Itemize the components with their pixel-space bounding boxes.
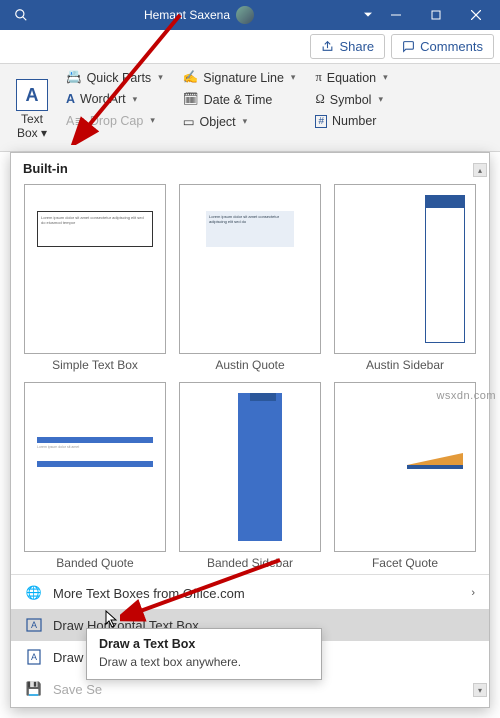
account-dropdown-icon[interactable]	[360, 11, 376, 19]
tooltip-draw-text-box: Draw a Text Box Draw a text box anywhere…	[86, 628, 322, 680]
globe-icon: 🌐	[25, 584, 43, 602]
symbol-icon: Ω	[315, 92, 324, 107]
number-button[interactable]: # Number	[311, 112, 391, 130]
search-icon[interactable]	[4, 8, 38, 22]
share-button[interactable]: Share	[310, 34, 385, 59]
share-icon	[321, 40, 334, 53]
minimize-button[interactable]	[376, 0, 416, 30]
comments-label: Comments	[420, 39, 483, 54]
text-box-gallery: Lorem ipsum dolor sit amet consectetur a…	[11, 182, 489, 575]
thumb-facet-quote	[334, 382, 476, 552]
annotation-arrow-1	[70, 10, 200, 145]
text-box-icon: A	[16, 79, 48, 111]
comment-icon	[402, 40, 415, 53]
user-avatar	[236, 6, 254, 24]
gallery-scrollbar[interactable]: ▴ ▾	[473, 182, 487, 575]
number-icon: #	[315, 115, 327, 128]
equation-icon: π	[315, 70, 321, 85]
text-box-label-1: Text	[21, 112, 43, 126]
gallery-item-austin-quote[interactable]: Lorem ipsum dolor sit amet consectetur a…	[176, 182, 324, 374]
thumb-austin-quote: Lorem ipsum dolor sit amet consectetur a…	[179, 184, 321, 354]
gallery-item-austin-sidebar[interactable]: Austin Sidebar	[331, 182, 479, 374]
text-box-draw-icon: A	[25, 616, 43, 634]
gallery-item-banded-sidebar[interactable]: Banded Sidebar	[176, 380, 324, 572]
comments-button[interactable]: Comments	[391, 34, 494, 59]
cursor-icon	[105, 610, 119, 628]
annotation-arrow-2	[120, 555, 290, 625]
svg-text:A: A	[31, 620, 37, 630]
gallery-item-banded-quote[interactable]: Lorem ipsum dolor sit amet Banded Quote	[21, 380, 169, 572]
thumb-banded-sidebar	[179, 382, 321, 552]
equation-button[interactable]: π Equation▾	[311, 68, 391, 87]
share-label: Share	[339, 39, 374, 54]
svg-text:A: A	[31, 652, 37, 662]
close-button[interactable]	[456, 0, 496, 30]
tooltip-title: Draw a Text Box	[99, 637, 309, 651]
tooltip-body: Draw a text box anywhere.	[99, 655, 309, 669]
symbol-button[interactable]: Ω Symbol▾	[311, 90, 391, 109]
thumb-austin-sidebar	[334, 184, 476, 354]
watermark: wsxdn.com	[436, 390, 496, 402]
builtin-header: Built-in	[11, 153, 489, 182]
text-box-label-2: Box	[17, 126, 38, 140]
text-box-button[interactable]: A Text Box ▾	[8, 68, 56, 151]
chevron-right-icon: ›	[471, 587, 475, 599]
thumb-simple-text-box: Lorem ipsum dolor sit amet consectetur a…	[24, 184, 166, 354]
save-icon: 💾	[25, 680, 43, 698]
gallery-item-facet-quote[interactable]: Facet Quote	[331, 380, 479, 572]
thumb-banded-quote: Lorem ipsum dolor sit amet	[24, 382, 166, 552]
gallery-item-simple-text-box[interactable]: Lorem ipsum dolor sit amet consectetur a…	[21, 182, 169, 374]
vertical-text-box-icon: A	[25, 648, 43, 666]
maximize-button[interactable]	[416, 0, 456, 30]
